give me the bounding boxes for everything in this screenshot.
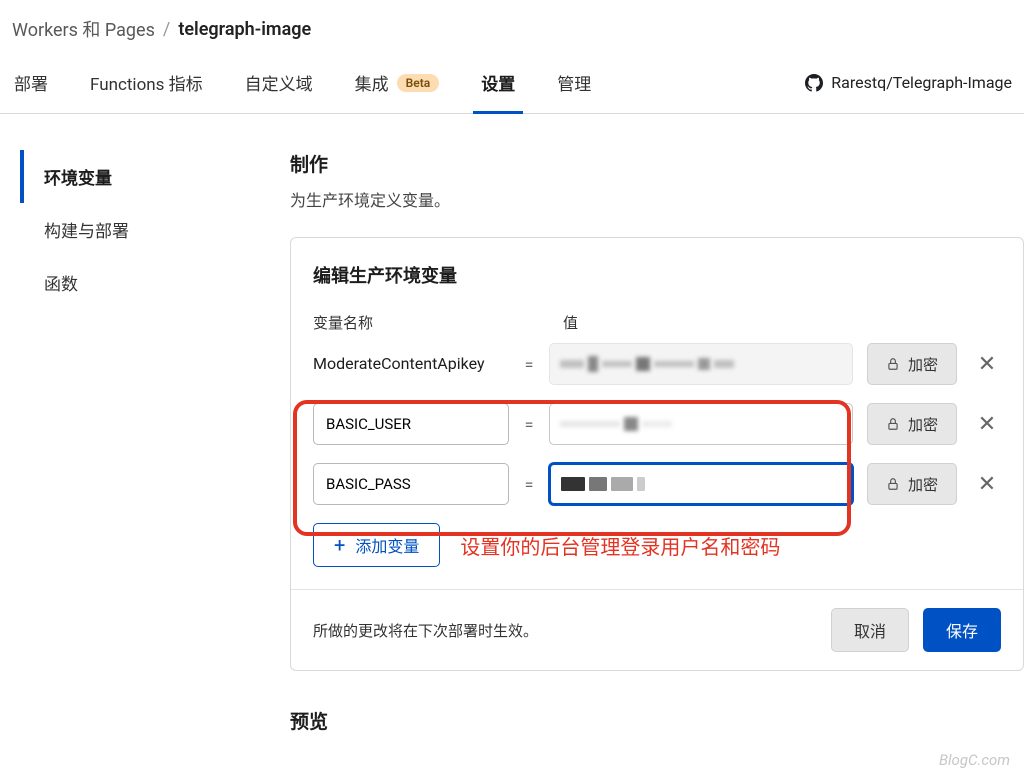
footer-note: 所做的更改将在下次部署时生效。 <box>313 620 817 641</box>
var-name: ModerateContentApikey <box>313 353 509 375</box>
sidebar-item-functions[interactable]: 函数 <box>20 256 260 309</box>
lock-icon <box>886 477 900 491</box>
sidebar-item-label: 函数 <box>44 275 78 295</box>
encrypt-button[interactable]: 加密 <box>867 343 957 385</box>
var-row: ModerateContentApikey = <box>313 343 1001 385</box>
github-repo-link[interactable]: Rarestq/Telegraph-Image <box>805 73 1012 110</box>
equals-sign: = <box>509 415 549 434</box>
sidebar-item-label: 构建与部署 <box>44 222 129 242</box>
var-name-input[interactable] <box>313 403 509 445</box>
encrypt-label: 加密 <box>908 354 938 375</box>
tab-label: Functions 指标 <box>90 70 203 95</box>
delete-var-button[interactable]: ✕ <box>973 350 1001 378</box>
encrypt-label: 加密 <box>908 414 938 435</box>
header-value: 值 <box>563 312 1001 333</box>
card-footer: 所做的更改将在下次部署时生效。 取消 保存 <box>291 589 1023 670</box>
plus-icon: + <box>334 535 345 555</box>
var-name-input[interactable] <box>313 463 509 505</box>
tabs-bar: 部署 Functions 指标 自定义域 集成 Beta 设置 管理 Rares… <box>0 56 1024 114</box>
var-column-headers: 变量名称 值 <box>313 312 1001 333</box>
sidebar-item-label: 环境变量 <box>44 169 112 189</box>
equals-sign: = <box>509 355 549 374</box>
var-row: = 加密 ✕ <box>313 403 1001 445</box>
equals-sign: = <box>509 475 549 494</box>
breadcrumb-current: telegraph-image <box>178 19 311 40</box>
encrypt-button[interactable]: 加密 <box>867 403 957 445</box>
tab-label: 管理 <box>557 70 591 95</box>
breadcrumb-parent[interactable]: Workers 和 Pages <box>12 16 155 42</box>
breadcrumb: Workers 和 Pages / telegraph-image <box>0 0 1024 56</box>
card-title: 编辑生产环境变量 <box>313 262 1001 288</box>
section-desc-production: 为生产环境定义变量。 <box>290 187 1024 211</box>
lock-icon <box>886 357 900 371</box>
tab-label: 部署 <box>14 70 48 95</box>
section-title-production: 制作 <box>290 150 1024 177</box>
tab-label: 集成 <box>355 70 389 95</box>
add-variable-label: 添加变量 <box>355 533 419 557</box>
close-icon: ✕ <box>978 412 996 437</box>
tab-functions-metrics[interactable]: Functions 指标 <box>88 70 205 113</box>
tab-label: 设置 <box>481 70 515 95</box>
beta-badge: Beta <box>397 74 440 92</box>
repo-name: Rarestq/Telegraph-Image <box>831 73 1012 92</box>
lock-icon <box>886 417 900 431</box>
tab-integrations[interactable]: 集成 Beta <box>353 70 442 113</box>
watermark: BlogC.com <box>939 751 1010 769</box>
tab-manage[interactable]: 管理 <box>555 70 593 113</box>
add-variable-button[interactable]: + 添加变量 <box>313 523 440 567</box>
tab-settings[interactable]: 设置 <box>479 70 517 113</box>
sidebar-item-build-deploy[interactable]: 构建与部署 <box>20 203 260 256</box>
annotation-text: 设置你的后台管理登录用户名和密码 <box>460 531 780 560</box>
var-value-redacted <box>549 343 853 385</box>
env-vars-card: 编辑生产环境变量 变量名称 值 ModerateContentApikey = <box>290 237 1024 671</box>
header-name: 变量名称 <box>313 312 531 333</box>
encrypt-button[interactable]: 加密 <box>867 463 957 505</box>
settings-sidebar: 环境变量 构建与部署 函数 <box>0 146 260 734</box>
var-value-input[interactable] <box>549 463 853 505</box>
sidebar-item-env-vars[interactable]: 环境变量 <box>20 150 260 203</box>
github-icon <box>805 74 823 92</box>
encrypt-label: 加密 <box>908 474 938 495</box>
save-button[interactable]: 保存 <box>923 608 1001 652</box>
breadcrumb-separator: / <box>163 19 170 40</box>
close-icon: ✕ <box>978 352 996 377</box>
var-value-redacted[interactable] <box>549 403 853 445</box>
main-panel: 制作 为生产环境定义变量。 编辑生产环境变量 变量名称 值 ModerateCo… <box>260 146 1024 734</box>
tab-custom-domains[interactable]: 自定义域 <box>243 70 315 113</box>
delete-var-button[interactable]: ✕ <box>973 470 1001 498</box>
tab-label: 自定义域 <box>245 70 313 95</box>
section-title-preview: 预览 <box>290 707 1024 734</box>
delete-var-button[interactable]: ✕ <box>973 410 1001 438</box>
var-row: = 加密 ✕ <box>313 463 1001 505</box>
close-icon: ✕ <box>978 472 996 497</box>
cancel-button[interactable]: 取消 <box>831 608 909 652</box>
tab-deploy[interactable]: 部署 <box>12 70 50 113</box>
